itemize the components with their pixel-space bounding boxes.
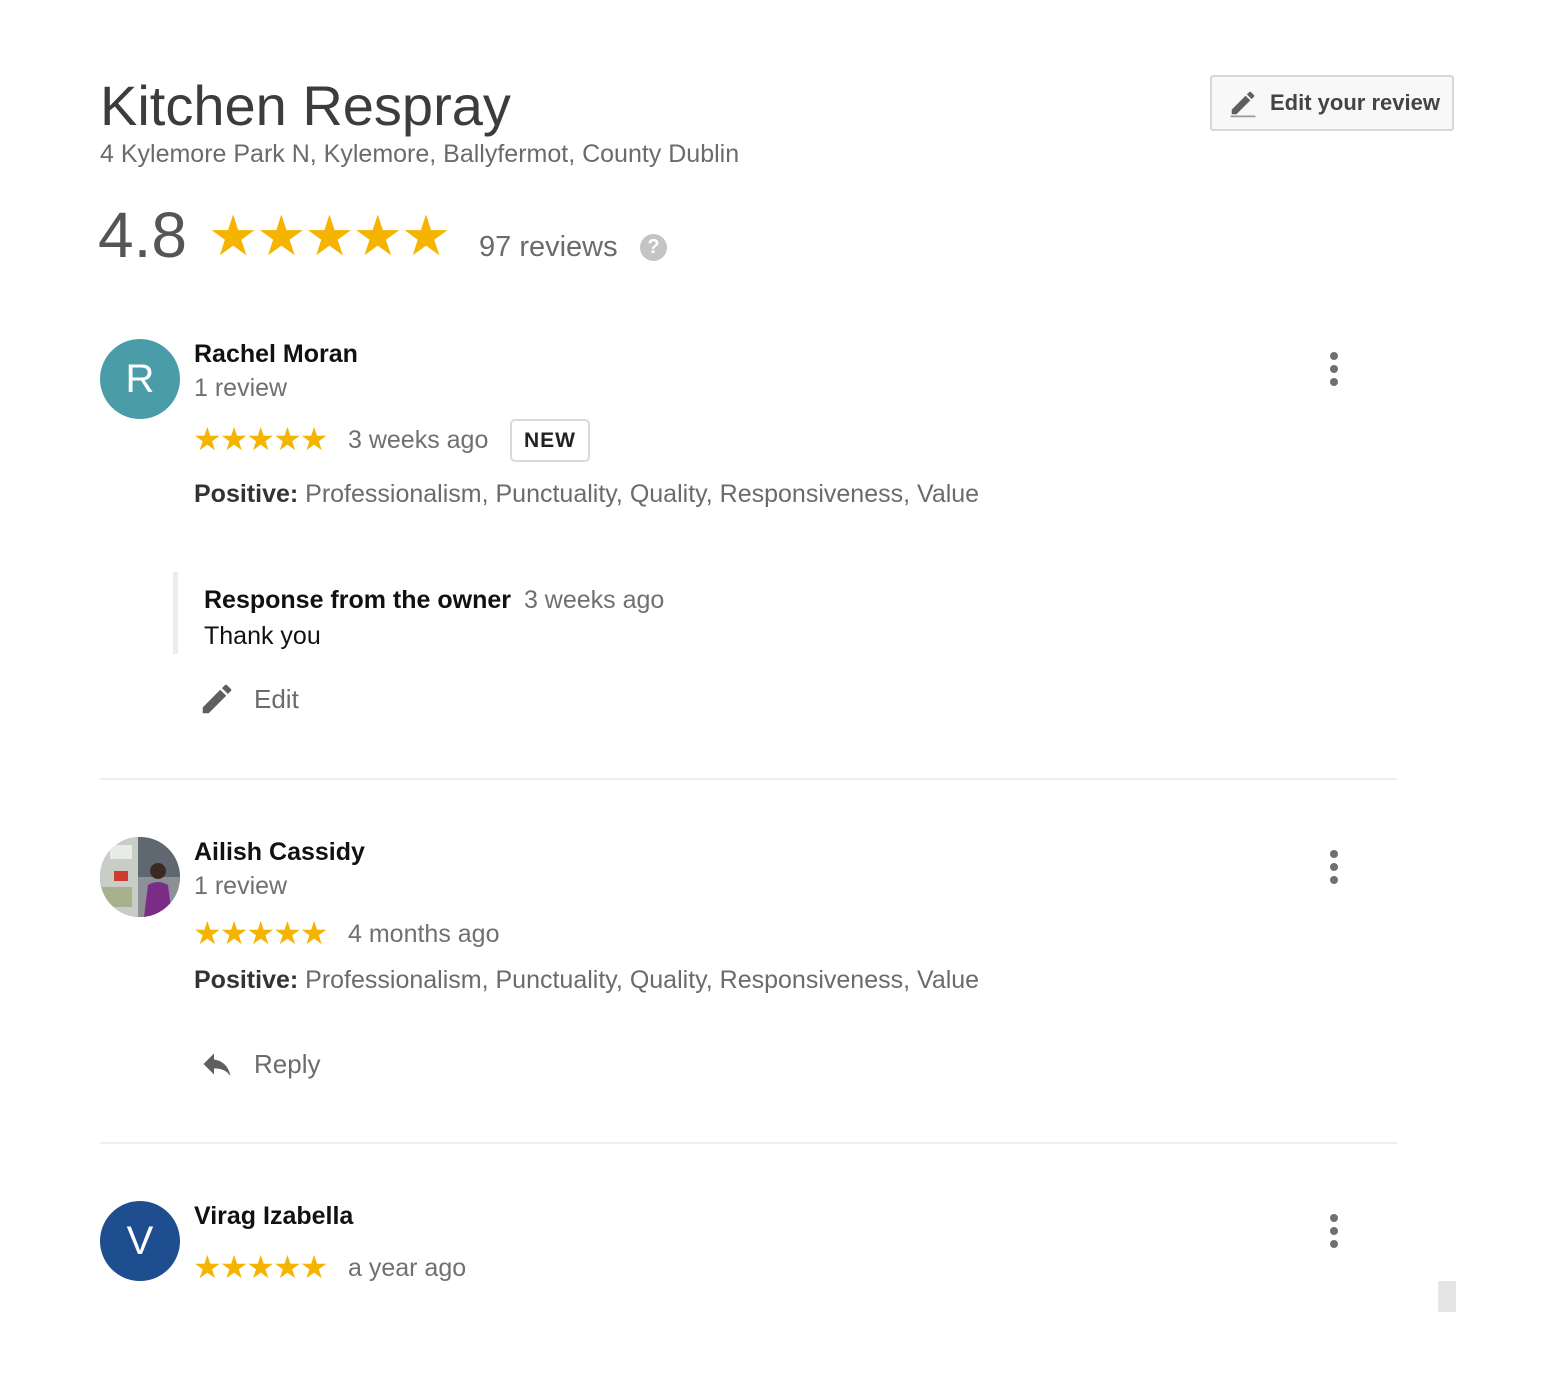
business-title: Kitchen Respray <box>100 74 511 137</box>
positive-label: Positive: <box>194 480 299 508</box>
pencil-icon <box>1230 91 1256 118</box>
review-time: a year ago <box>348 1254 467 1282</box>
edit-your-review-button[interactable]: Edit your review <box>1210 75 1454 131</box>
more-options-icon[interactable] <box>1329 1214 1339 1253</box>
total-review-count[interactable]: 97 reviews <box>479 230 618 264</box>
review-time: 4 months ago <box>348 920 500 948</box>
review-positive-attributes: Positive: Professionalism, Punctuality, … <box>194 965 979 995</box>
avatar-rachel-moran[interactable]: R <box>100 339 180 419</box>
owner-response-time: 3 weeks ago <box>523 586 665 614</box>
edit-response-label: Edit <box>254 684 299 714</box>
reviewer-name[interactable]: Ailish Cassidy <box>194 837 365 867</box>
owner-response-bar <box>173 572 178 654</box>
positive-items: Professionalism, Punctuality, Quality, R… <box>305 966 980 994</box>
more-options-icon[interactable] <box>1329 850 1339 889</box>
profile-photo <box>100 837 180 917</box>
review-stars: ★★★★★ <box>193 915 328 951</box>
edit-your-review-label: Edit your review <box>1270 90 1440 115</box>
reviewer-review-count: 1 review <box>194 374 288 402</box>
scrollbar-thumb[interactable] <box>1438 1281 1456 1312</box>
reply-label: Reply <box>254 1049 321 1079</box>
more-options-icon[interactable] <box>1329 352 1339 391</box>
overall-rating-stars: ★★★★★ <box>208 204 451 267</box>
new-badge: NEW <box>510 419 590 462</box>
review-divider <box>100 778 1397 780</box>
reviewer-name[interactable]: Rachel Moran <box>194 339 358 369</box>
business-address: 4 Kylemore Park N, Kylemore, Ballyfermot… <box>100 140 740 168</box>
reply-icon <box>203 1053 231 1076</box>
owner-response-text: Thank you <box>204 622 321 650</box>
edit-response-button[interactable]: Edit <box>198 680 299 718</box>
avatar-virag-izabella[interactable]: V <box>100 1201 180 1281</box>
pencil-icon <box>202 684 232 714</box>
review-positive-attributes: Positive: Professionalism, Punctuality, … <box>194 479 979 509</box>
owner-response-header: Response from the owner 3 weeks ago <box>204 585 664 615</box>
reviewer-review-count: 1 review <box>194 872 288 900</box>
review-time: 3 weeks ago <box>348 426 489 454</box>
review-stars: ★★★★★ <box>193 1249 328 1285</box>
review-stars: ★★★★★ <box>193 421 328 457</box>
reviewer-name[interactable]: Virag Izabella <box>194 1201 353 1231</box>
positive-items: Professionalism, Punctuality, Quality, R… <box>305 480 980 508</box>
owner-response-title: Response from the owner <box>204 586 511 614</box>
help-icon[interactable]: ? <box>640 234 667 261</box>
avatar-ailish-cassidy[interactable] <box>100 837 180 917</box>
overall-rating: 4.8 <box>98 199 187 271</box>
reply-button[interactable]: Reply <box>198 1046 320 1082</box>
review-divider <box>100 1142 1397 1144</box>
positive-label: Positive: <box>194 966 299 994</box>
